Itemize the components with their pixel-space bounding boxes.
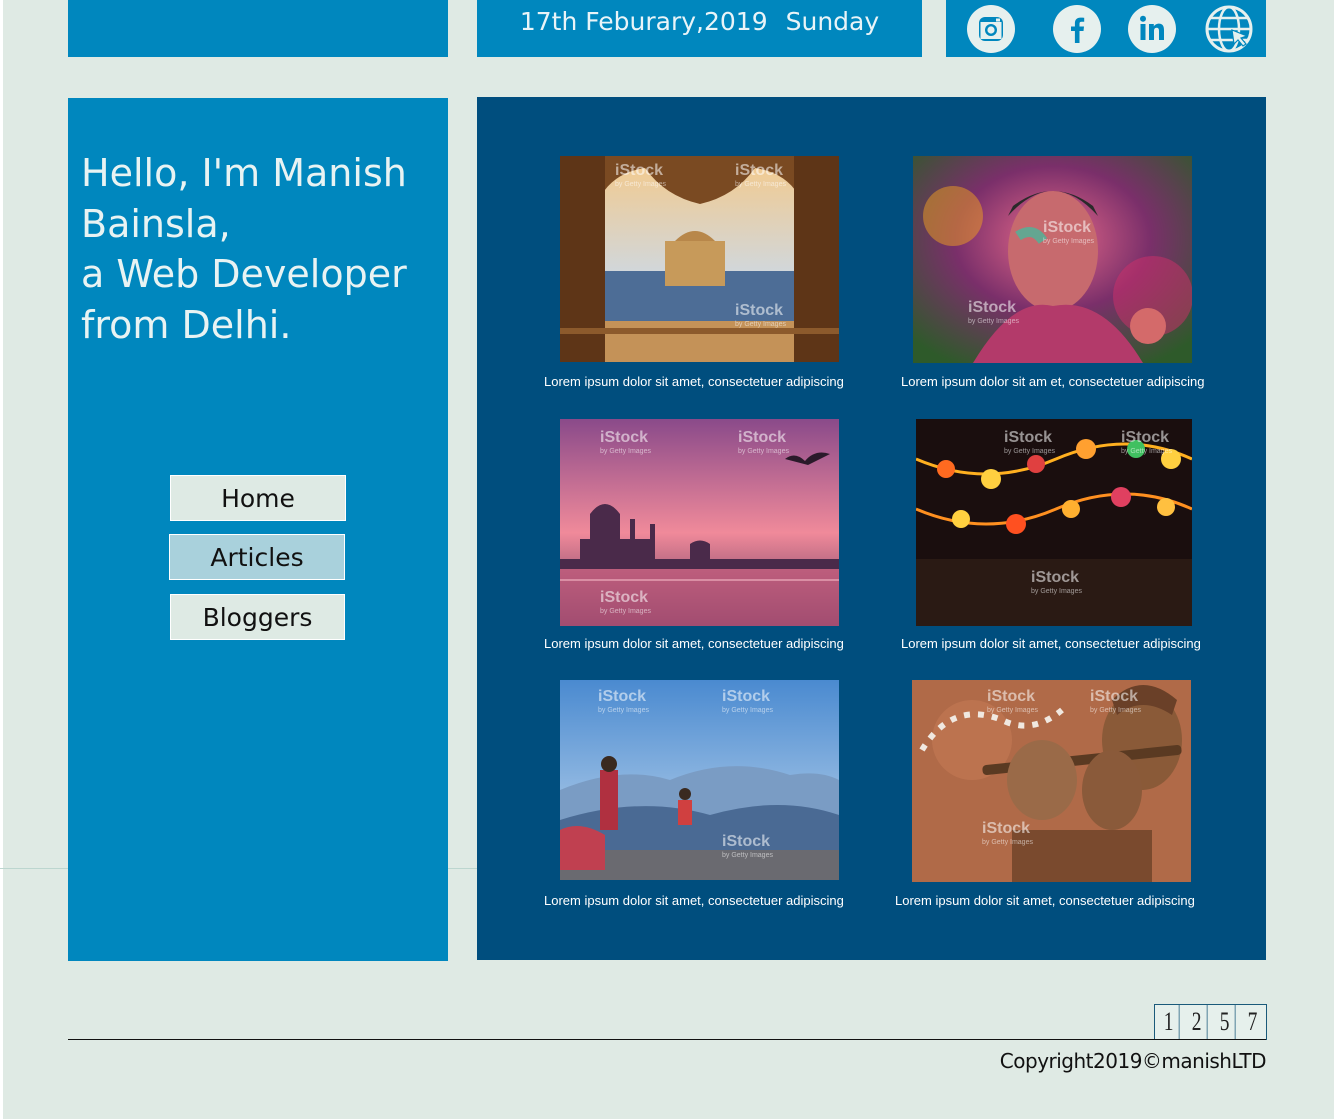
footer-rule	[68, 1039, 1266, 1040]
gallery-image-krishna[interactable]: iStock by Getty Images iStock by Getty Ima…	[912, 680, 1191, 882]
page-link[interactable]: 2	[1187, 1005, 1208, 1039]
gallery-caption: Lorem ipsum dolor sit am et, consectetue…	[901, 374, 1205, 389]
intro-line: from Delhi.	[81, 302, 292, 347]
fort-arch-image	[560, 156, 839, 362]
gallery-image-lanterns[interactable]: iStock by Getty Images iStock by Getty Ima…	[916, 419, 1192, 626]
gallery-caption: Lorem ipsum dolor sit amet, consectetuer…	[544, 374, 844, 389]
nav-articles-button[interactable]: Articles	[169, 534, 345, 580]
gallery: iStock by Getty Images iStock by Getty Ima…	[477, 97, 1266, 960]
gallery-image-mountains[interactable]: iStock by Getty Images iStock by Getty Ima…	[560, 680, 839, 880]
date-bar: 17th Feburary,2019 Sunday	[477, 0, 922, 57]
watermark: iStock by Getty Images	[598, 688, 649, 715]
left-edge	[0, 0, 3, 1119]
watermark: iStock by Getty Images	[1031, 569, 1082, 596]
watermark: iStock by Getty Images	[1121, 429, 1172, 456]
nav-bloggers-button[interactable]: Bloggers	[170, 594, 345, 640]
page-link[interactable]: 5	[1215, 1005, 1236, 1039]
gallery-caption: Lorem ipsum dolor sit amet, consectetuer…	[544, 893, 844, 908]
gallery-image-taj[interactable]: iStock by Getty Images iStock by Getty Ima…	[560, 419, 839, 626]
linkedin-icon[interactable]	[1127, 4, 1177, 54]
watermark: iStock by Getty Images	[600, 589, 651, 616]
watermark: iStock by Getty Images	[738, 429, 789, 456]
page-link[interactable]: 1	[1159, 1005, 1180, 1039]
watermark: iStock by Getty Images	[735, 162, 786, 189]
watermark: iStock by Getty Images	[1004, 429, 1055, 456]
watermark: iStock by Getty Images	[987, 688, 1038, 715]
watermark: iStock by Getty Images	[1043, 219, 1094, 246]
social-bar	[946, 0, 1266, 57]
globe-icon[interactable]	[1204, 4, 1254, 54]
gallery-caption: Lorem ipsum dolor sit amet, consectetuer…	[895, 893, 1195, 908]
pagination: 1 2 5 7	[1154, 1004, 1267, 1040]
watermark: iStock by Getty Images	[968, 299, 1019, 326]
page-link[interactable]: 7	[1242, 1005, 1262, 1039]
watermark: iStock by Getty Images	[982, 820, 1033, 847]
watermark: iStock by Getty Images	[722, 688, 773, 715]
copyright-text: Copyright2019©manishLTD	[999, 1049, 1267, 1073]
day-text: Sunday	[785, 7, 880, 36]
gallery-caption: Lorem ipsum dolor sit amet, consectetuer…	[901, 636, 1201, 651]
date-text: 17th Feburary,2019	[519, 7, 768, 36]
watermark: iStock by Getty Images	[735, 302, 786, 329]
sidebar: Hello, I'm Manish Bainsla, a Web Develop…	[68, 98, 448, 961]
header-logo-area	[68, 0, 448, 57]
watermark: iStock by Getty Images	[722, 833, 773, 860]
holi-image	[913, 156, 1192, 363]
watermark: iStock by Getty Images	[1090, 688, 1141, 715]
gallery-image-holi[interactable]: iStock by Getty Images iStock by Getty Ima…	[913, 156, 1192, 363]
intro-heading: Hello, I'm Manish Bainsla, a Web Develop…	[81, 148, 441, 350]
watermark: iStock by Getty Images	[615, 162, 666, 189]
instagram-icon[interactable]	[966, 4, 1016, 54]
intro-line: Hello, I'm Manish	[81, 151, 407, 195]
facebook-icon[interactable]	[1052, 4, 1102, 54]
krishna-image	[912, 680, 1191, 882]
intro-line: a Web Developer	[81, 252, 407, 296]
watermark: iStock by Getty Images	[600, 429, 651, 456]
gallery-image-fort-arch[interactable]: iStock by Getty Images iStock by Getty Ima…	[560, 156, 839, 362]
nav-home-button[interactable]: Home	[170, 475, 346, 521]
intro-line: Bainsla,	[81, 201, 231, 246]
gallery-caption: Lorem ipsum dolor sit amet, consectetuer…	[544, 636, 844, 651]
